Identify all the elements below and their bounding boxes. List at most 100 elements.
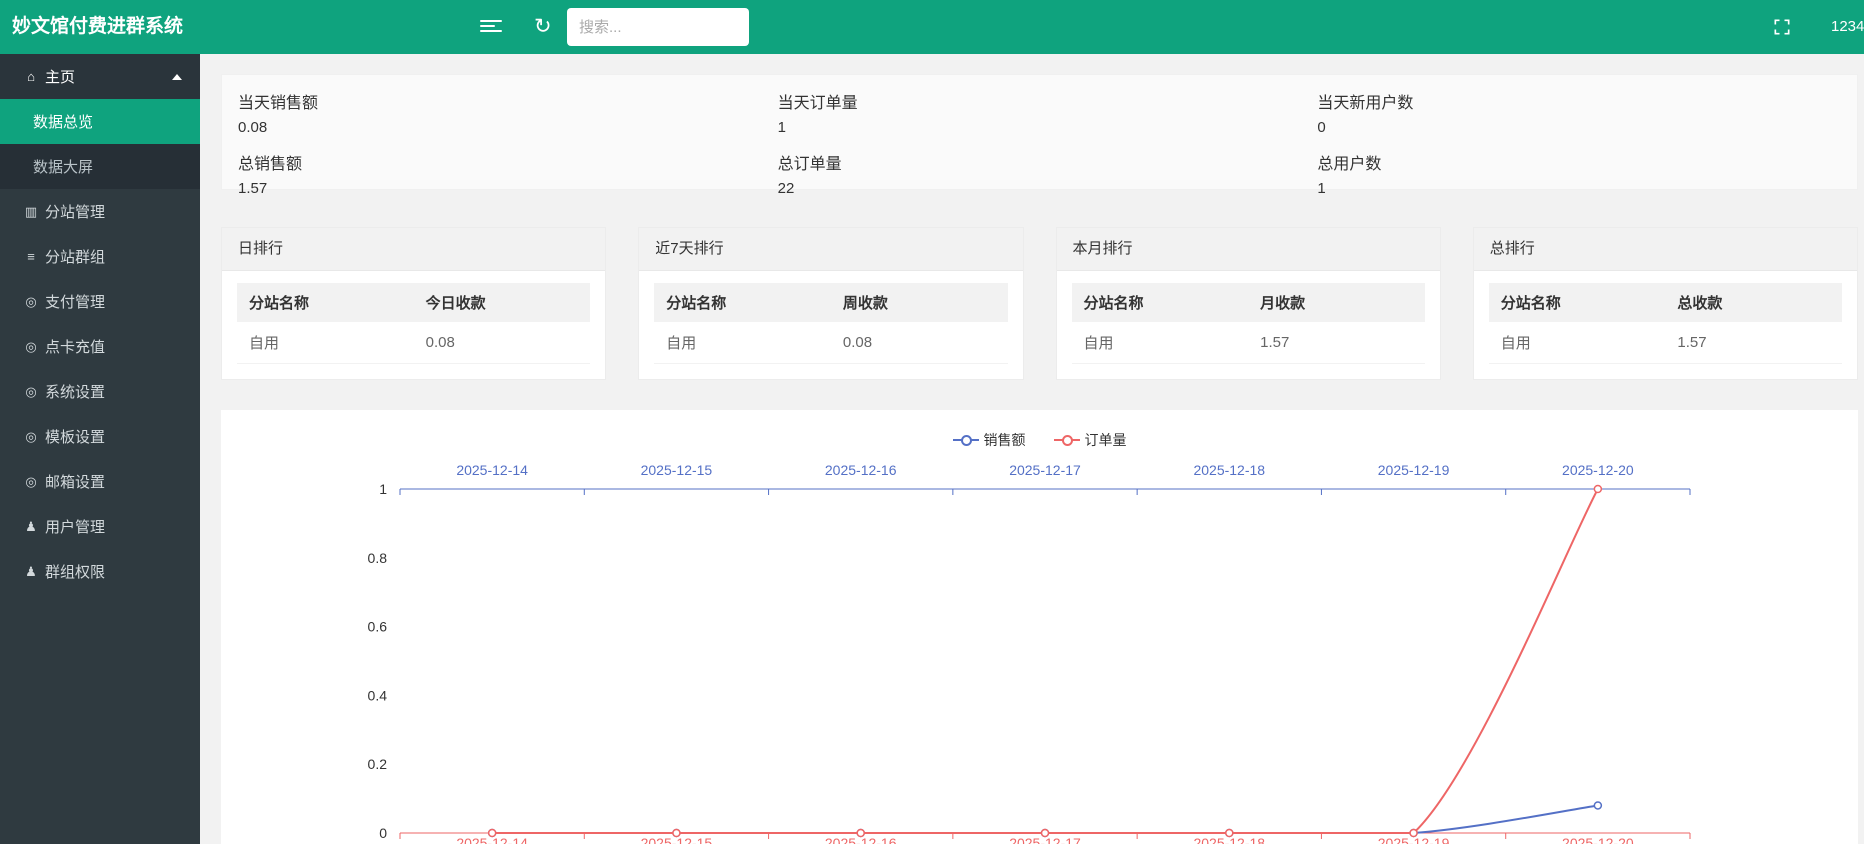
- y-axis-label: 0.8: [368, 550, 388, 566]
- ranking-cell: 0.08: [831, 322, 1008, 364]
- stat-cell: 总销售额 1.57: [238, 150, 778, 197]
- stat-cell: 当天新用户数0: [1317, 89, 1857, 136]
- sidebar-item-group-perms[interactable]: ♟群组权限: [0, 549, 200, 594]
- sidebar-item-label: 支付管理: [45, 291, 105, 312]
- group-icon: ≡: [21, 249, 41, 264]
- home-icon: ⌂: [21, 69, 41, 84]
- sidebar: ⌂主页数据总览数据大屏▥分站管理≡分站群组◎支付管理◎点卡充值◎系统设置◎模板设…: [0, 54, 200, 844]
- site-icon: ▥: [21, 204, 41, 220]
- table-row: 自用0.08: [654, 322, 1007, 364]
- data-point: [1594, 802, 1601, 809]
- search-input[interactable]: [567, 8, 749, 46]
- mail-icon: ◎: [21, 474, 41, 490]
- stat-cell: 当天订单量1: [778, 89, 1318, 136]
- pay-icon: ◎: [21, 294, 41, 310]
- ranking-col-header: 月收款: [1248, 283, 1425, 322]
- ranking-table: 分站名称周收款自用0.08: [639, 271, 1022, 364]
- stat-cell: 总订单量22: [778, 150, 1318, 197]
- sidebar-item-label: 分站群组: [45, 246, 105, 267]
- ranking-col-header: 今日收款: [414, 283, 591, 322]
- sidebar-item-system-settings[interactable]: ◎系统设置: [0, 369, 200, 414]
- series-line-订单量: [492, 489, 1598, 833]
- chart-legend: 销售额 订单量: [221, 430, 1858, 450]
- x-axis-top-label: 2025-12-14: [456, 462, 528, 478]
- sidebar-item-label: 群组权限: [45, 561, 105, 582]
- template-icon: ◎: [21, 429, 41, 445]
- ranking-cell: 自用: [1489, 322, 1666, 364]
- ranking-cell: 自用: [654, 322, 831, 364]
- stat-label: 总销售额: [238, 150, 778, 174]
- sidebar-item-label: 系统设置: [45, 381, 105, 402]
- sidebar-item-home[interactable]: ⌂ 主页: [0, 54, 200, 99]
- sidebar-item-user-manage[interactable]: ♟用户管理: [0, 504, 200, 549]
- legend-item[interactable]: 销售额: [953, 430, 1026, 450]
- stat-label: 当天订单量: [778, 89, 1318, 113]
- chevron-up-icon: [172, 74, 182, 80]
- sidebar-item-label: 数据大屏: [33, 156, 93, 177]
- data-point: [1226, 830, 1233, 837]
- sidebar-item-payment-manage[interactable]: ◎支付管理: [0, 279, 200, 324]
- stat-value: 0: [1317, 119, 1857, 136]
- ranking-table: 分站名称今日收款自用0.08: [222, 271, 605, 364]
- menu-toggle-icon[interactable]: [480, 20, 502, 34]
- sidebar-item-label: 分站管理: [45, 201, 105, 222]
- y-axis-label: 0.2: [368, 756, 388, 772]
- stats-panel: 当天销售额0.08当天订单量1当天新用户数0总销售额1.57总订单量22总用户数…: [221, 74, 1858, 190]
- stat-value: 0.08: [238, 119, 778, 136]
- sidebar-item-template-settings[interactable]: ◎模板设置: [0, 414, 200, 459]
- user-label[interactable]: 12345: [1831, 0, 1864, 54]
- legend-marker-icon: [953, 435, 979, 445]
- sidebar-item-card-recharge[interactable]: ◎点卡充值: [0, 324, 200, 369]
- ranking-title: 总排行: [1474, 228, 1857, 271]
- y-axis-label: 1: [379, 481, 387, 497]
- x-axis-top-label: 2025-12-18: [1193, 462, 1265, 478]
- x-axis-bottom-label: 2025-12-20: [1562, 835, 1634, 844]
- data-point: [489, 830, 496, 837]
- sidebar-item-site-manage[interactable]: ▥分站管理: [0, 189, 200, 234]
- stat-cell: 当天销售额 0.08: [238, 89, 778, 136]
- sidebar-item-label: 点卡充值: [45, 336, 105, 357]
- ranking-cell: 1.57: [1248, 322, 1425, 364]
- ranking-col-header: 总收款: [1665, 283, 1842, 322]
- ranking-col-header: 周收款: [831, 283, 1008, 322]
- table-row: 自用0.08: [237, 322, 590, 364]
- stat-value: 22: [778, 180, 1318, 197]
- data-point: [1594, 486, 1601, 493]
- x-axis-top-label: 2025-12-16: [825, 462, 897, 478]
- sidebar-item-label: 主页: [45, 66, 75, 87]
- ranking-table: 分站名称总收款自用1.57: [1474, 271, 1857, 364]
- settings-icon: ◎: [21, 384, 41, 400]
- legend-marker-icon: [1054, 435, 1080, 445]
- stat-label: 总用户数: [1317, 150, 1857, 174]
- y-axis-label: 0.6: [368, 619, 388, 635]
- ranking-title: 本月排行: [1057, 228, 1440, 271]
- header: 妙文馆付费进群系统 ↻ 12345: [0, 0, 1864, 54]
- sidebar-item-label: 数据总览: [33, 111, 93, 132]
- stat-value: 1.57: [238, 180, 778, 197]
- refresh-icon[interactable]: ↻: [534, 0, 552, 54]
- ranking-col-header: 分站名称: [237, 283, 414, 322]
- x-axis-top-label: 2025-12-20: [1562, 462, 1634, 478]
- user-icon: ♟: [21, 519, 41, 535]
- legend-label: 订单量: [1085, 430, 1127, 450]
- sidebar-item-label: 模板设置: [45, 426, 105, 447]
- sidebar-item-data-overview[interactable]: 数据总览: [0, 99, 200, 144]
- table-row: 自用1.57: [1072, 322, 1425, 364]
- sidebar-item-label: 邮箱设置: [45, 471, 105, 492]
- fullscreen-icon[interactable]: [1772, 17, 1792, 37]
- ranking-table: 分站名称月收款自用1.57: [1057, 271, 1440, 364]
- ranking-card: 近7天排行分站名称周收款自用0.08: [638, 227, 1023, 380]
- ranking-card: 总排行分站名称总收款自用1.57: [1473, 227, 1858, 380]
- sidebar-item-site-groups[interactable]: ≡ 分站群组: [0, 234, 200, 279]
- stat-value: 1: [1317, 180, 1857, 197]
- data-point: [1042, 830, 1049, 837]
- recharge-icon: ◎: [21, 339, 41, 355]
- ranking-col-header: 分站名称: [654, 283, 831, 322]
- stat-label: 当天销售额: [238, 89, 778, 113]
- ranking-card: 日排行分站名称今日收款自用0.08: [221, 227, 606, 380]
- ranking-cell: 自用: [237, 322, 414, 364]
- sidebar-item-mail-settings[interactable]: ◎邮箱设置: [0, 459, 200, 504]
- legend-item[interactable]: 订单量: [1054, 430, 1127, 450]
- sidebar-item-data-screen[interactable]: 数据大屏: [0, 144, 200, 189]
- ranking-title: 日排行: [222, 228, 605, 271]
